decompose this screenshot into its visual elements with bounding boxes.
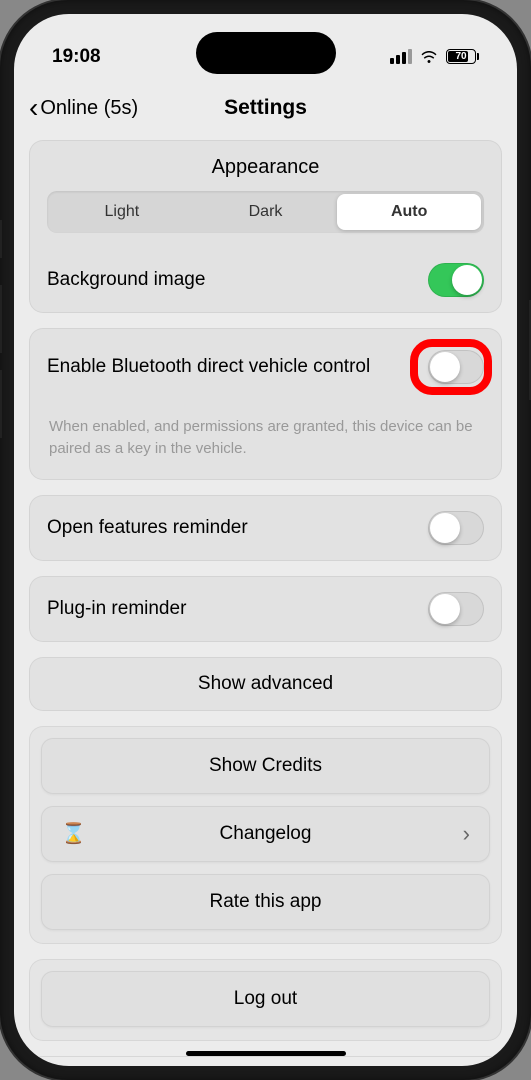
volume-down-button <box>0 370 2 438</box>
theme-segmented-control[interactable]: Light Dark Auto <box>47 191 484 233</box>
open-features-label: Open features reminder <box>47 517 248 539</box>
show-advanced-button[interactable]: Show advanced <box>29 657 502 711</box>
signal-icon <box>390 49 412 64</box>
logout-button[interactable]: Log out <box>41 971 490 1027</box>
plugin-reminder-row: Plug-in reminder <box>29 576 502 642</box>
chevron-left-icon: ‹ <box>29 94 38 122</box>
bluetooth-label: Enable Bluetooth direct vehicle control <box>47 356 370 378</box>
content-area: Appearance Light Dark Auto Background im… <box>14 140 517 1057</box>
plugin-reminder-label: Plug-in reminder <box>47 598 186 620</box>
status-time: 19:08 <box>52 46 101 68</box>
volume-up-button <box>0 285 2 353</box>
back-button[interactable]: ‹ Online (5s) <box>29 94 138 122</box>
chevron-right-icon: › <box>463 821 470 847</box>
page-title: Settings <box>224 96 307 120</box>
hourglass-icon: ⌛ <box>61 821 86 846</box>
show-advanced-card: Show advanced <box>29 657 502 711</box>
appearance-card: Appearance Light Dark Auto Background im… <box>29 140 502 313</box>
theme-auto[interactable]: Auto <box>337 194 481 230</box>
mute-switch <box>0 220 2 258</box>
open-features-toggle[interactable] <box>428 511 484 545</box>
show-credits-button[interactable]: Show Credits <box>41 738 490 794</box>
toggle-knob <box>430 513 460 543</box>
show-advanced-label: Show advanced <box>198 673 333 695</box>
rate-app-button[interactable]: Rate this app <box>41 874 490 930</box>
bluetooth-card: Enable Bluetooth direct vehicle control … <box>29 328 502 480</box>
open-features-card: Open features reminder <box>29 495 502 561</box>
wifi-icon <box>420 48 438 66</box>
changelog-label: Changelog <box>220 823 312 845</box>
nav-bar: ‹ Online (5s) Settings <box>14 79 517 140</box>
show-credits-label: Show Credits <box>209 755 322 777</box>
logout-label: Log out <box>234 988 297 1010</box>
status-right: 70 <box>390 48 479 66</box>
rate-app-label: Rate this app <box>210 891 322 913</box>
changelog-button[interactable]: ⌛ Changelog › <box>41 806 490 862</box>
plugin-reminder-card: Plug-in reminder <box>29 576 502 642</box>
battery-icon: 70 <box>446 49 479 64</box>
background-image-toggle[interactable] <box>428 263 484 297</box>
appearance-header: Appearance <box>29 140 502 191</box>
back-label: Online (5s) <box>40 97 138 120</box>
dynamic-island <box>196 32 336 74</box>
bluetooth-row: Enable Bluetooth direct vehicle control <box>29 328 502 406</box>
home-indicator[interactable] <box>186 1051 346 1056</box>
screen: 19:08 70 ‹ Online <box>14 14 517 1066</box>
toggle-knob <box>452 265 482 295</box>
toggle-knob <box>430 352 460 382</box>
theme-light[interactable]: Light <box>50 194 194 230</box>
background-image-row: Background image <box>29 247 502 313</box>
phone-frame: 19:08 70 ‹ Online <box>0 0 531 1080</box>
links-section: Show Credits ⌛ Changelog › Rate this app <box>29 726 502 944</box>
theme-dark[interactable]: Dark <box>194 194 338 230</box>
open-features-row: Open features reminder <box>29 495 502 561</box>
logout-section: Log out <box>29 959 502 1041</box>
bluetooth-description: When enabled, and permissions are grante… <box>29 406 502 480</box>
bluetooth-toggle[interactable] <box>428 350 484 384</box>
background-image-label: Background image <box>47 269 205 291</box>
toggle-knob <box>430 594 460 624</box>
plugin-reminder-toggle[interactable] <box>428 592 484 626</box>
